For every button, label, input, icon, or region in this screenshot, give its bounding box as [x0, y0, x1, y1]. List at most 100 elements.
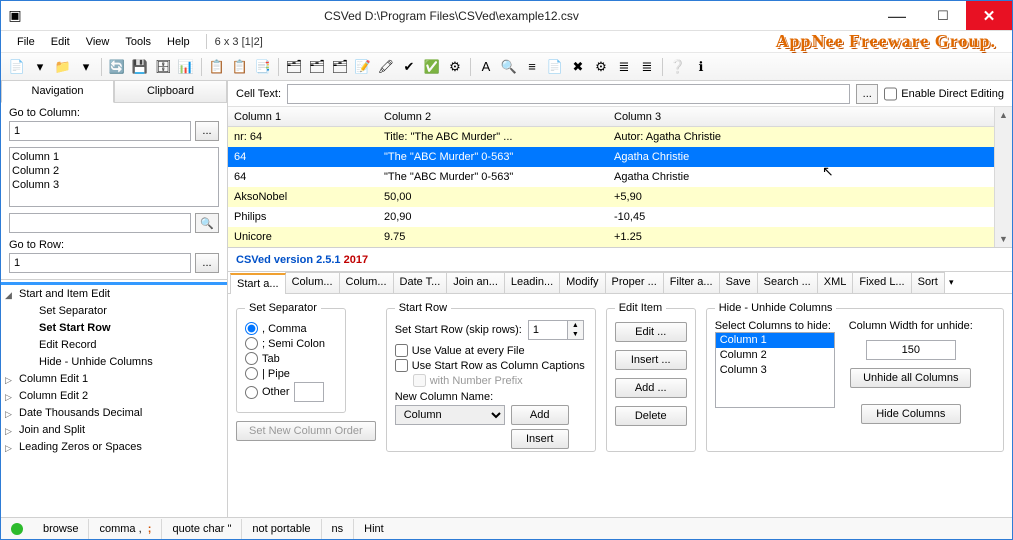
hide-columns-button[interactable]: Hide Columns: [861, 404, 961, 424]
toolbar-button[interactable]: 📁: [53, 57, 73, 77]
close-button[interactable]: ✕: [966, 1, 1012, 30]
column-search-input[interactable]: [9, 213, 191, 233]
toolbar-button[interactable]: 🔄: [107, 57, 127, 77]
use-start-row-captions-checkbox[interactable]: [395, 359, 408, 372]
tab-clipboard[interactable]: Clipboard: [114, 81, 227, 103]
grid-row[interactable]: Unicore9.75+1.25: [228, 227, 994, 247]
options-tab[interactable]: Search ...: [757, 272, 818, 293]
toolbar-button[interactable]: 📋: [207, 57, 227, 77]
add-column-button[interactable]: Add: [511, 405, 569, 425]
tree-item[interactable]: ▷Leading Zeros or Spaces: [1, 439, 227, 456]
toolbar-button[interactable]: 📊: [176, 57, 196, 77]
separator-radio[interactable]: [245, 337, 258, 350]
hide-column-item[interactable]: Column 2: [716, 348, 834, 363]
insert-column-button[interactable]: Insert: [511, 429, 569, 449]
tree-item[interactable]: Set Start Row: [1, 320, 227, 337]
toolbar-button[interactable]: ✅: [422, 57, 442, 77]
toolbar-button[interactable]: 📄: [7, 57, 27, 77]
column-list-item[interactable]: Column 1: [12, 150, 216, 164]
toolbar-button[interactable]: ✖: [568, 57, 588, 77]
goto-column-button[interactable]: ...: [195, 121, 219, 141]
goto-row-input[interactable]: [9, 253, 191, 273]
options-tab[interactable]: Sort: [911, 272, 945, 293]
toolbar-button[interactable]: ⚙: [445, 57, 465, 77]
options-tab[interactable]: Fixed L...: [852, 272, 911, 293]
toolbar-button[interactable]: 🗂: [307, 57, 327, 77]
toolbar-button[interactable]: ⚙: [591, 57, 611, 77]
menu-edit[interactable]: Edit: [43, 34, 78, 50]
goto-row-button[interactable]: ...: [195, 253, 219, 273]
toolbar-button[interactable]: ≡: [522, 57, 542, 77]
toolbar-button[interactable]: 🗂: [330, 57, 350, 77]
tab-navigation[interactable]: Navigation: [1, 81, 114, 103]
cell-text-more-button[interactable]: ...: [856, 84, 878, 104]
toolbar-button[interactable]: ▾: [76, 57, 96, 77]
maximize-button[interactable]: ☐: [920, 1, 966, 30]
toolbar-button[interactable]: 📝: [353, 57, 373, 77]
separator-radio[interactable]: [245, 352, 258, 365]
column-list-item[interactable]: Column 3: [12, 178, 216, 192]
toolbar-button[interactable]: A: [476, 57, 496, 77]
set-new-column-order-button[interactable]: Set New Column Order: [236, 421, 376, 441]
hide-columns-listbox[interactable]: Column 1Column 2Column 3: [715, 332, 835, 408]
tree-item[interactable]: ▷Column Edit 1: [1, 371, 227, 388]
new-column-name-select[interactable]: Column: [395, 405, 505, 425]
toolbar-button[interactable]: 🖍: [376, 57, 396, 77]
goto-column-input[interactable]: [9, 121, 191, 141]
edit-item-button[interactable]: Edit ...: [615, 322, 687, 342]
separator-other-input[interactable]: [294, 382, 324, 402]
separator-radio[interactable]: [245, 322, 258, 335]
grid-header-cell[interactable]: Column 2: [378, 107, 608, 126]
tree-item[interactable]: ▷Date Thousands Decimal: [1, 405, 227, 422]
options-tab[interactable]: Date T...: [393, 272, 448, 293]
toolbar-button[interactable]: ≣: [637, 57, 657, 77]
toolbar-button[interactable]: ℹ: [691, 57, 711, 77]
edit-item-button[interactable]: Add ...: [615, 378, 687, 398]
grid-row[interactable]: nr: 64Title: "The ABC Murder" ...Autor: …: [228, 127, 994, 147]
toolbar-button[interactable]: 📑: [253, 57, 273, 77]
options-tab[interactable]: Filter a...: [663, 272, 720, 293]
toolbar-button[interactable]: 🗄: [153, 57, 173, 77]
grid-header-cell[interactable]: Column 3: [608, 107, 994, 126]
edit-item-button[interactable]: Insert ...: [615, 350, 687, 370]
tree-item[interactable]: ▷Join and Split: [1, 422, 227, 439]
options-tab[interactable]: XML: [817, 272, 854, 293]
tree-item[interactable]: Hide - Unhide Columns: [1, 354, 227, 371]
options-tree[interactable]: ◢Start and Item EditSet SeparatorSet Sta…: [1, 279, 227, 517]
enable-direct-editing-checkbox[interactable]: Enable Direct Editing: [884, 84, 1004, 104]
menu-file[interactable]: File: [9, 34, 43, 50]
options-tab[interactable]: Save: [719, 272, 758, 293]
grid-row[interactable]: 64"The "ABC Murder" 0-563"Agatha Christi…: [228, 167, 994, 187]
tree-item[interactable]: ◢Start and Item Edit: [1, 286, 227, 303]
options-tab[interactable]: Start a...: [230, 273, 286, 294]
separator-radio[interactable]: [245, 367, 258, 380]
menu-view[interactable]: View: [78, 34, 118, 50]
skip-rows-spinner[interactable]: ▲▼: [568, 320, 584, 340]
grid-header-cell[interactable]: Column 1: [228, 107, 378, 126]
options-tab[interactable]: Leadin...: [504, 272, 560, 293]
tree-item[interactable]: ▷Column Edit 2: [1, 388, 227, 405]
options-tab[interactable]: Modify: [559, 272, 605, 293]
toolbar-button[interactable]: ≣: [614, 57, 634, 77]
column-width-input[interactable]: [866, 340, 956, 360]
grid-vscrollbar[interactable]: ▲▼: [994, 107, 1012, 247]
cell-text-input[interactable]: [287, 84, 850, 104]
options-tab[interactable]: Colum...: [339, 272, 394, 293]
toolbar-button[interactable]: 🔍: [499, 57, 519, 77]
edit-item-button[interactable]: Delete: [615, 406, 687, 426]
toolbar-button[interactable]: 📋: [230, 57, 250, 77]
toolbar-button[interactable]: 📄: [545, 57, 565, 77]
column-search-button[interactable]: 🔍: [195, 213, 219, 233]
unhide-all-button[interactable]: Unhide all Columns: [850, 368, 971, 388]
hide-column-item[interactable]: Column 3: [716, 363, 834, 378]
columns-listbox[interactable]: Column 1Column 2Column 3: [9, 147, 219, 207]
toolbar-button[interactable]: ▾: [30, 57, 50, 77]
options-tab[interactable]: Colum...: [285, 272, 340, 293]
toolbar-button[interactable]: 🗂: [284, 57, 304, 77]
menu-tools[interactable]: Tools: [117, 34, 159, 50]
toolbar-button[interactable]: ❔: [668, 57, 688, 77]
skip-rows-input[interactable]: [528, 320, 568, 340]
menu-help[interactable]: Help: [159, 34, 198, 50]
separator-radio[interactable]: [245, 386, 258, 399]
grid-row[interactable]: 64"The "ABC Murder" 0-563"Agatha Christi…: [228, 147, 994, 167]
